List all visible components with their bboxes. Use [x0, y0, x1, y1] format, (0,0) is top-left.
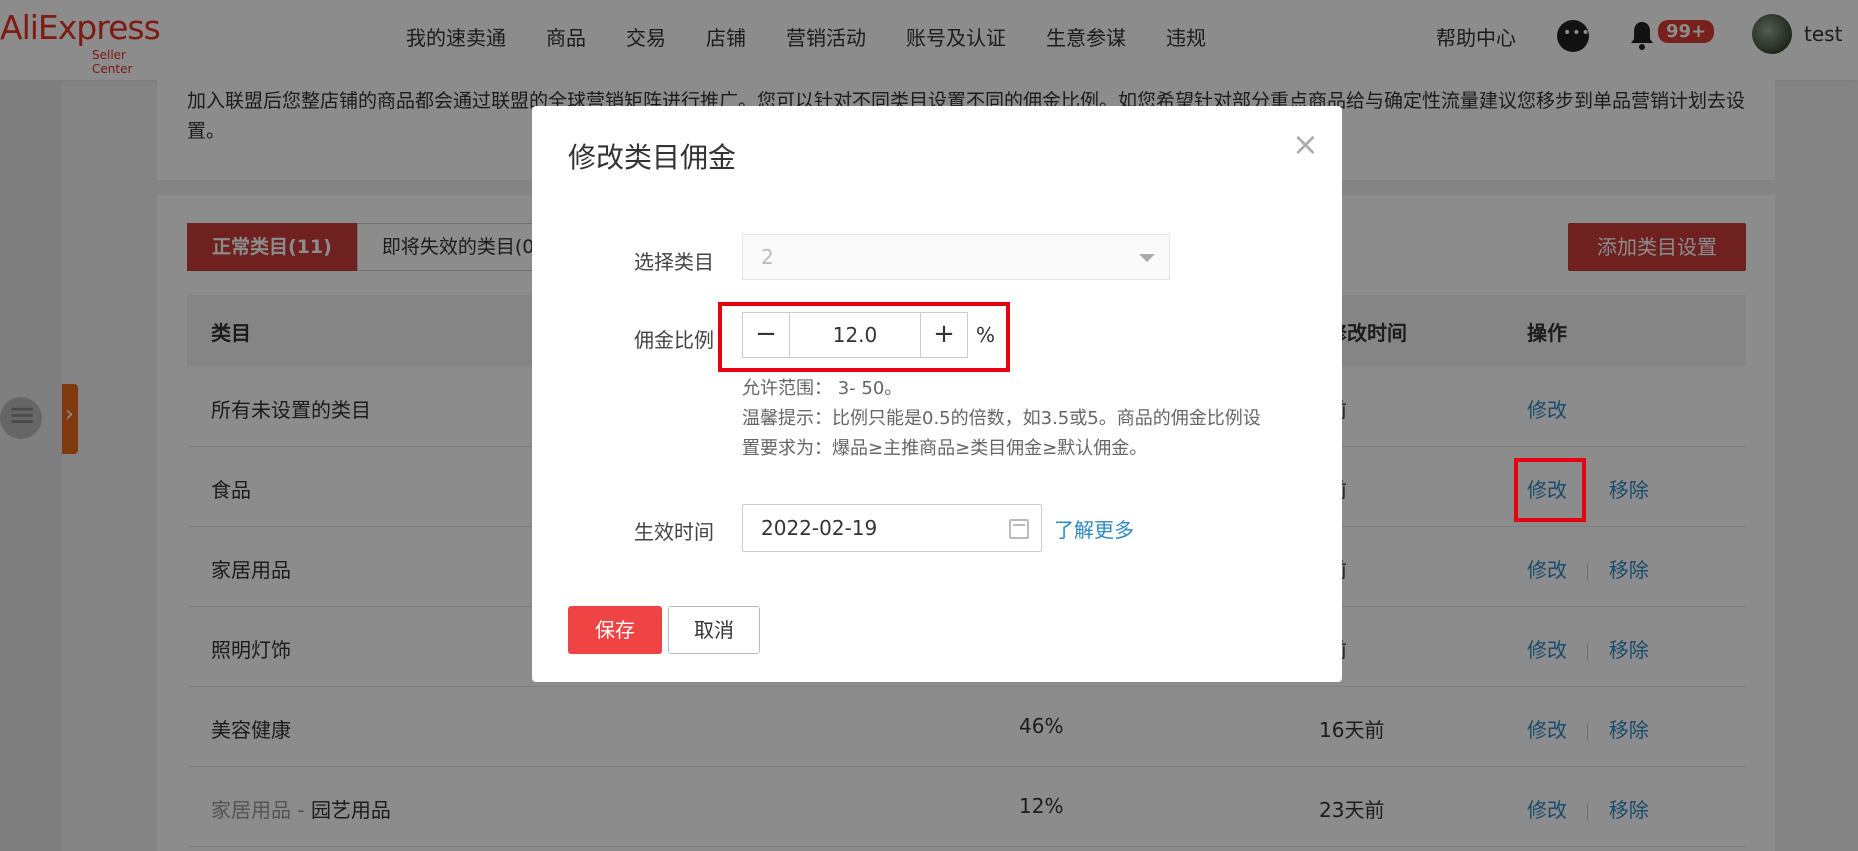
select-category-label: 选择类目	[634, 250, 714, 274]
save-button[interactable]: 保存	[568, 606, 662, 654]
date-value: 2022-02-19	[761, 516, 878, 540]
warm-tip-hint: 温馨提示：比例只能是0.5的倍数，如3.5或5。商品的佣金比例设置要求为：爆品≥…	[742, 408, 1261, 459]
allowed-range-hint: 允许范围： 3- 50。	[742, 378, 903, 399]
edit-commission-dialog: 修改类目佣金 × 选择类目 2 佣金比例 − 12.0 + % 允许范围： 3-…	[532, 106, 1342, 682]
effective-date-label: 生效时间	[634, 520, 714, 544]
calendar-icon[interactable]	[1009, 519, 1029, 539]
learn-more-link[interactable]: 了解更多	[1054, 514, 1134, 543]
highlight-rate-box	[718, 302, 1010, 372]
cancel-button[interactable]: 取消	[668, 606, 760, 654]
category-select-value: 2	[761, 245, 774, 269]
dialog-title: 修改类目佣金	[568, 141, 737, 174]
commission-rate-label: 佣金比例	[634, 328, 714, 352]
chevron-down-icon	[1139, 254, 1155, 262]
highlight-edit-link-box	[1514, 458, 1586, 522]
category-select[interactable]: 2	[742, 234, 1170, 280]
close-icon[interactable]: ×	[1292, 128, 1319, 160]
effective-date-input[interactable]: 2022-02-19	[742, 504, 1042, 552]
